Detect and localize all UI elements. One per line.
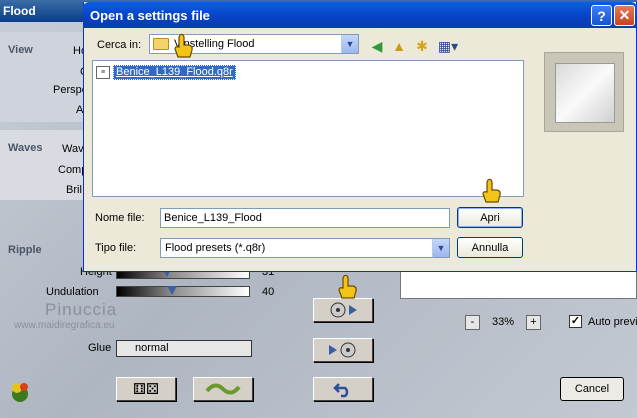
watermark-name: Pinuccia bbox=[45, 300, 118, 319]
zoom-value: 33% bbox=[492, 316, 515, 328]
undulation-label: Undulation bbox=[46, 286, 99, 298]
undulation-slider-knob[interactable] bbox=[167, 286, 177, 297]
dialog-cancel-button[interactable]: Annulla bbox=[457, 237, 523, 258]
plugin-cancel-button[interactable]: Cancel bbox=[560, 377, 624, 401]
glue-dropdown[interactable]: normal bbox=[116, 340, 252, 357]
waves-wav-label: Wav bbox=[62, 143, 84, 155]
plugin-title: Flood bbox=[3, 4, 36, 18]
zoom-out-button[interactable]: - bbox=[465, 315, 480, 330]
file-icon: ≡ bbox=[96, 66, 110, 79]
back-arrow-icon[interactable]: ◀ bbox=[367, 37, 387, 55]
close-button[interactable]: ✕ bbox=[614, 5, 635, 26]
pointing-hand-icon bbox=[338, 274, 357, 299]
auto-preview-label: Auto previ bbox=[588, 316, 637, 328]
view-section-label: View bbox=[8, 44, 33, 56]
undulation-value: 40 bbox=[262, 286, 275, 298]
preset-preview-thumbnail bbox=[555, 63, 615, 123]
undulation-slider[interactable] bbox=[116, 286, 250, 297]
waves-bril-label: Bril bbox=[66, 184, 82, 196]
folder-icon bbox=[153, 38, 169, 50]
file-list[interactable]: ≡ Benice_L139_Flood.q8r bbox=[92, 60, 524, 197]
dialog-cancel-label: Annulla bbox=[471, 241, 509, 254]
glue-value: normal bbox=[135, 342, 169, 354]
ripple-section-label: Ripple bbox=[8, 244, 42, 256]
glue-label: Glue bbox=[88, 342, 112, 354]
disc-save-icon bbox=[329, 342, 356, 358]
waves-section-label: Waves bbox=[8, 142, 43, 154]
chevron-down-icon[interactable]: ▼ bbox=[432, 239, 449, 257]
file-item-name: Benice_L139_Flood.q8r bbox=[113, 65, 236, 80]
undo-arrow-icon bbox=[333, 383, 349, 398]
file-type-label: Tipo file: bbox=[95, 242, 137, 254]
help-button[interactable]: ? bbox=[591, 5, 612, 26]
wave-icon bbox=[205, 383, 241, 395]
file-name-label: Nome file: bbox=[95, 212, 145, 224]
up-folder-icon[interactable]: ▲ bbox=[389, 37, 409, 55]
zoom-in-button[interactable]: + bbox=[526, 315, 541, 330]
auto-preview-checkbox[interactable]: ✓ bbox=[569, 315, 582, 328]
new-folder-icon[interactable]: ✱ bbox=[412, 37, 432, 55]
dialog-title: Open a settings file bbox=[90, 8, 210, 23]
save-preset-button[interactable] bbox=[313, 338, 373, 362]
flower-logo-icon bbox=[8, 380, 32, 404]
reset-button[interactable] bbox=[313, 377, 373, 401]
file-item[interactable]: ≡ Benice_L139_Flood.q8r bbox=[96, 65, 236, 80]
file-type-dropdown[interactable]: Flood presets (*.q8r) ▼ bbox=[160, 238, 450, 258]
look-in-label: Cerca in: bbox=[97, 39, 142, 51]
file-type-value: Flood presets (*.q8r) bbox=[165, 242, 266, 254]
preset-preview-frame bbox=[544, 52, 624, 132]
disc-load-icon bbox=[330, 302, 357, 318]
open-button[interactable]: Apri bbox=[457, 207, 523, 228]
open-settings-dialog: Open a settings file ? ✕ Cerca in: Vinst… bbox=[83, 2, 637, 272]
chevron-down-icon[interactable]: ▼ bbox=[341, 35, 358, 53]
pointing-hand-icon bbox=[174, 33, 193, 58]
dice-icon: ⚅⚄ bbox=[132, 381, 160, 398]
dialog-titlebar: Open a settings file ? ✕ bbox=[83, 2, 637, 28]
wave-button[interactable] bbox=[193, 377, 253, 401]
open-label: Apri bbox=[480, 211, 500, 224]
load-preset-button[interactable] bbox=[313, 298, 373, 322]
file-name-input[interactable]: Benice_L139_Flood bbox=[160, 208, 450, 228]
view-menu-icon[interactable]: ▦▾ bbox=[436, 37, 460, 55]
pointing-hand-icon bbox=[482, 178, 501, 203]
watermark-url: www.maidiregrafica.eu bbox=[14, 320, 115, 331]
random-button[interactable]: ⚅⚄ bbox=[116, 377, 176, 401]
plugin-cancel-label: Cancel bbox=[574, 383, 610, 395]
